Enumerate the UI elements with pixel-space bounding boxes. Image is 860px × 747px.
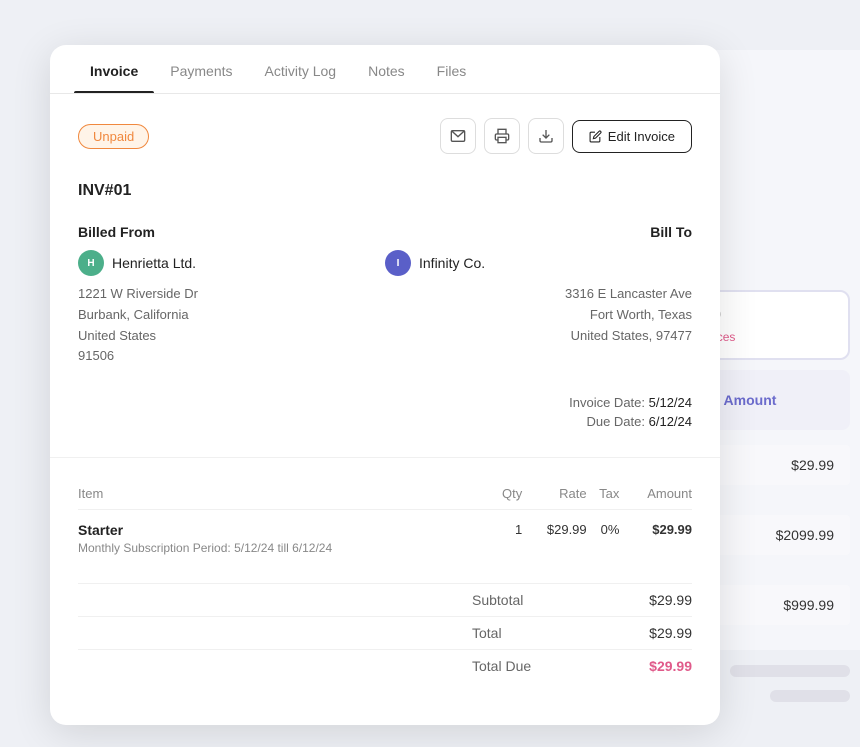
status-badge: Unpaid: [78, 124, 149, 149]
edit-invoice-button[interactable]: Edit Invoice: [572, 120, 692, 153]
billed-from-name: Henrietta Ltd.: [112, 255, 196, 271]
tab-invoice[interactable]: Invoice: [74, 45, 154, 93]
item-amount-cell: $29.99: [619, 510, 692, 564]
billed-from-avatar: H: [78, 250, 104, 276]
total-due-row: Total Due $29.99: [78, 649, 692, 682]
billed-from-col: Billed From H Henrietta Ltd. 1221 W Rive…: [78, 224, 385, 367]
tabs-bar: Invoice Payments Activity Log Notes File…: [50, 45, 720, 94]
edit-icon: [589, 130, 602, 143]
col-amount: Amount: [619, 478, 692, 510]
bill-to-company-row: I Infinity Co.: [385, 250, 692, 276]
action-bar: Unpaid: [78, 118, 692, 154]
items-table: Item Qty Rate Tax Amount Starter Monthly…: [78, 478, 692, 563]
col-item: Item: [78, 478, 490, 510]
subtotal-value: $29.99: [612, 592, 692, 608]
bg-bar-1: [730, 665, 850, 677]
total-row: Total $29.99: [78, 616, 692, 649]
invoice-card: Invoice Payments Activity Log Notes File…: [50, 45, 720, 725]
bill-to-address: 3316 E Lancaster Ave Fort Worth, Texas U…: [385, 284, 692, 346]
email-button[interactable]: [440, 118, 476, 154]
table-row: Starter Monthly Subscription Period: 5/1…: [78, 510, 692, 564]
totals-section: Subtotal $29.99 Total $29.99 Total Due $…: [78, 583, 692, 682]
col-rate: Rate: [522, 478, 586, 510]
billed-from-address: 1221 W Riverside Dr Burbank, California …: [78, 284, 385, 367]
item-qty-cell: 1: [490, 510, 523, 564]
dates-section: Invoice Date: 5/12/24 Due Date: 6/12/24: [78, 395, 692, 429]
bill-to-avatar: I: [385, 250, 411, 276]
col-qty: Qty: [490, 478, 523, 510]
item-rate-cell: $29.99: [522, 510, 586, 564]
subtotal-row: Subtotal $29.99: [78, 583, 692, 616]
invoice-content: Unpaid: [50, 94, 720, 706]
divider: [50, 457, 720, 458]
invoice-number: INV#01: [78, 182, 692, 200]
total-label: Total: [472, 625, 612, 641]
bill-to-name: Infinity Co.: [419, 255, 485, 271]
download-button[interactable]: [528, 118, 564, 154]
tab-activity-log[interactable]: Activity Log: [249, 45, 353, 93]
item-name-cell: Starter Monthly Subscription Period: 5/1…: [78, 510, 490, 564]
billed-from-label: Billed From: [78, 224, 385, 240]
due-date-row: Due Date: 6/12/24: [78, 414, 692, 429]
subtotal-label: Subtotal: [472, 592, 612, 608]
invoice-date-row: Invoice Date: 5/12/24: [78, 395, 692, 410]
action-buttons: Edit Invoice: [440, 118, 692, 154]
total-due-label: Total Due: [472, 658, 612, 674]
col-tax: Tax: [587, 478, 620, 510]
bg-bar-2: [770, 690, 850, 702]
billed-from-company-row: H Henrietta Ltd.: [78, 250, 385, 276]
tab-files[interactable]: Files: [421, 45, 483, 93]
total-due-value: $29.99: [612, 658, 692, 674]
total-value: $29.99: [612, 625, 692, 641]
tab-notes[interactable]: Notes: [352, 45, 421, 93]
tab-payments[interactable]: Payments: [154, 45, 248, 93]
bill-to-col: Bill To I Infinity Co. 3316 E Lancaster …: [385, 224, 692, 367]
billing-section: Billed From H Henrietta Ltd. 1221 W Rive…: [78, 224, 692, 367]
item-tax-cell: 0%: [587, 510, 620, 564]
bill-to-label: Bill To: [385, 224, 692, 240]
print-button[interactable]: [484, 118, 520, 154]
